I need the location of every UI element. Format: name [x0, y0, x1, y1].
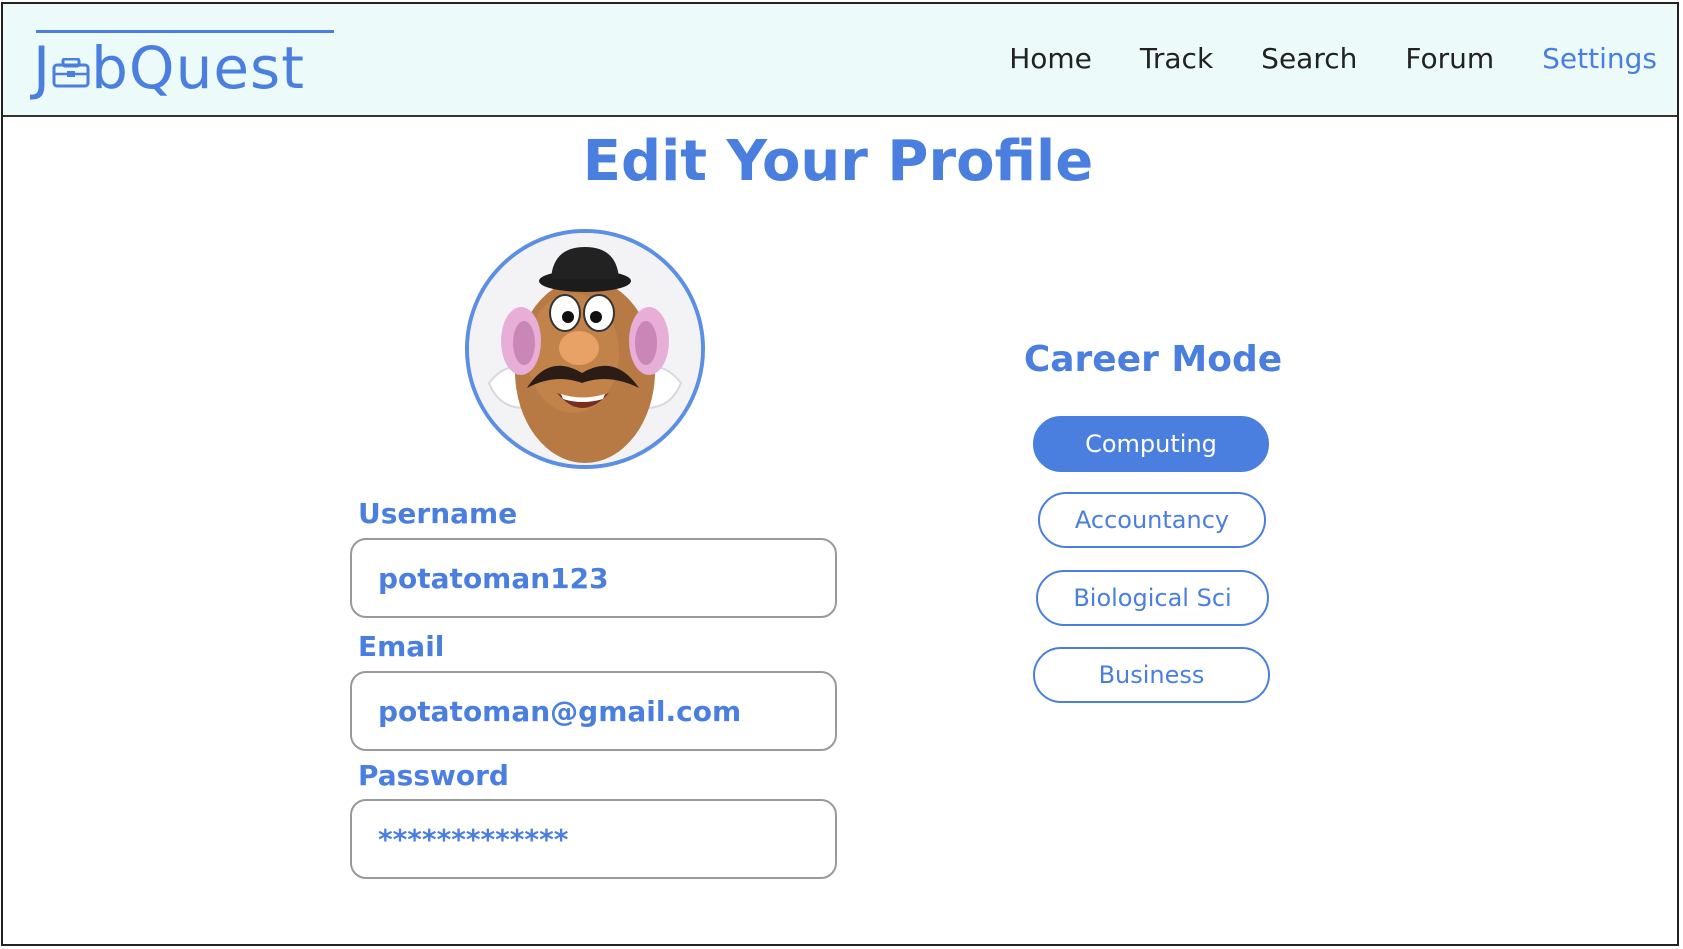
- app-window: J bQuest Home Track Search Forum Setting…: [1, 2, 1679, 946]
- jobquest-logo[interactable]: J bQuest: [33, 30, 338, 102]
- profile-avatar[interactable]: [465, 229, 705, 469]
- career-mode-title: Career Mode: [1023, 339, 1283, 380]
- nav-home[interactable]: Home: [1009, 42, 1092, 75]
- nav-search[interactable]: Search: [1261, 42, 1357, 75]
- logo-wordmark: J bQuest: [33, 34, 305, 102]
- nav-forum[interactable]: Forum: [1405, 42, 1494, 75]
- logo-underline: [36, 30, 334, 33]
- career-option-biological-sci[interactable]: Biological Sci: [1036, 570, 1269, 626]
- email-label: Email: [358, 630, 445, 663]
- career-option-computing[interactable]: Computing: [1033, 416, 1269, 472]
- briefcase-icon: [51, 34, 91, 102]
- career-option-accountancy[interactable]: Accountancy: [1038, 492, 1266, 548]
- password-label: Password: [358, 759, 509, 792]
- logo-letter-j: J: [33, 34, 52, 102]
- top-navbar: J bQuest Home Track Search Forum Setting…: [3, 4, 1677, 117]
- username-field[interactable]: potatoman123: [350, 538, 837, 618]
- password-field[interactable]: *************: [350, 799, 837, 879]
- logo-letters-rest: bQuest: [91, 34, 305, 102]
- nav-track[interactable]: Track: [1140, 42, 1213, 75]
- potato-head-avatar-image: [469, 233, 701, 465]
- career-option-business[interactable]: Business: [1033, 647, 1270, 703]
- main-nav: Home Track Search Forum Settings: [961, 42, 1657, 75]
- email-field[interactable]: potatoman@gmail.com: [350, 671, 837, 751]
- nav-settings[interactable]: Settings: [1542, 42, 1657, 75]
- username-label: Username: [358, 497, 518, 530]
- page-title: Edit Your Profile: [582, 129, 1094, 194]
